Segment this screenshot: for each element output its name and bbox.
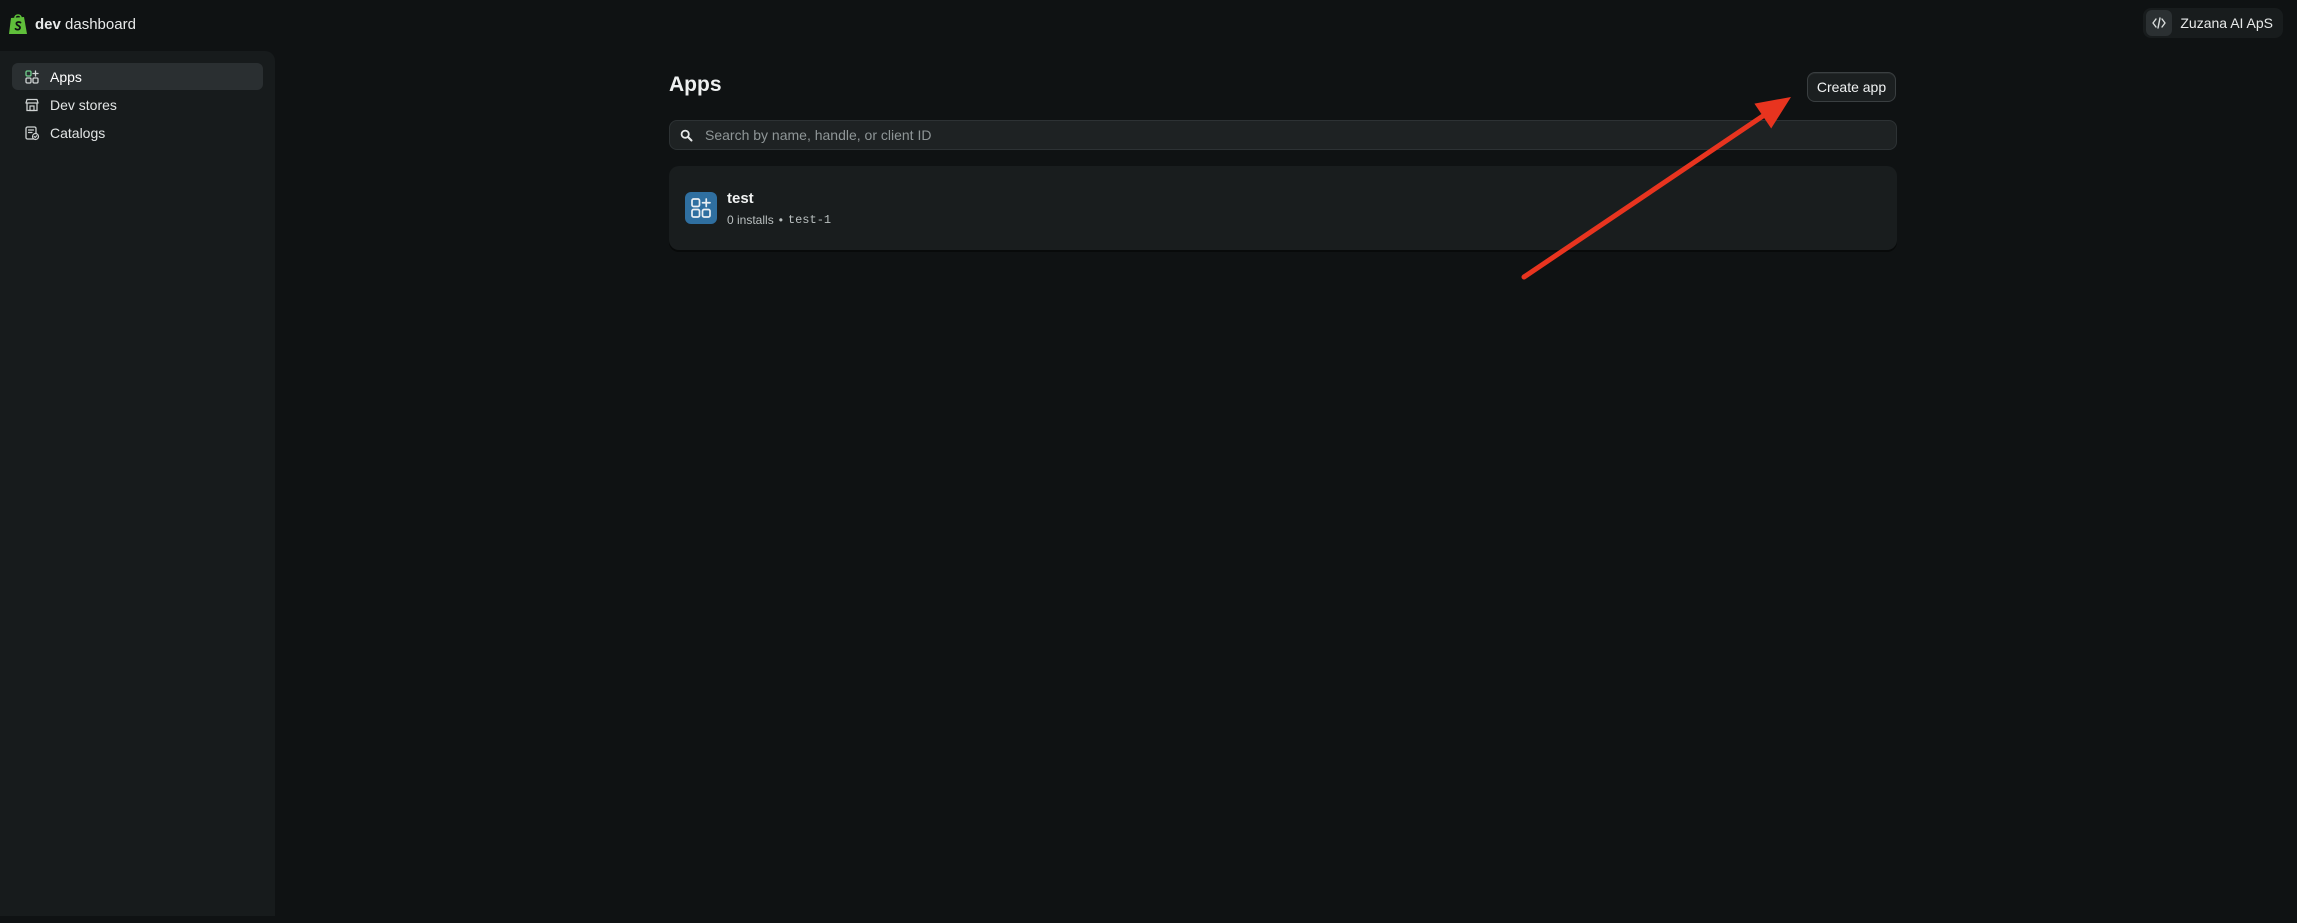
brand[interactable]: dev dashboard: [7, 12, 136, 36]
app-meta: 0 installs • test-1: [727, 213, 831, 227]
store-icon: [25, 98, 39, 111]
catalog-icon: [25, 125, 40, 140]
brand-title-rest: dashboard: [60, 15, 136, 33]
meta-separator: •: [778, 212, 783, 227]
brand-title: dev dashboard: [35, 16, 136, 33]
search-icon: [680, 129, 693, 141]
sidebar-item-label: Catalogs: [50, 124, 106, 141]
app-info: test 0 installs • test-1: [727, 190, 831, 227]
app-handle: test-1: [787, 212, 832, 227]
top-bar: dev dashboard Zuzana AI ApS: [0, 0, 2297, 46]
organization-name: Zuzana AI ApS: [2180, 15, 2273, 31]
sidebar-item-catalogs[interactable]: Catalogs: [12, 119, 263, 146]
app-grid-icon: [685, 192, 717, 224]
app-installs: 0 installs: [727, 212, 774, 227]
sidebar-item-label: Dev stores: [50, 96, 117, 113]
apps-icon: [25, 69, 39, 84]
app-list-item[interactable]: test 0 installs • test-1: [669, 166, 1897, 250]
search-input[interactable]: [703, 122, 1886, 148]
app-name: test: [727, 189, 754, 207]
create-app-button[interactable]: Create app: [1807, 72, 1896, 102]
sidebar-item-dev-stores[interactable]: Dev stores: [12, 91, 263, 118]
code-icon: [2146, 10, 2173, 36]
sidebar-item-apps[interactable]: Apps: [12, 63, 263, 90]
shopify-logo-icon: [9, 14, 27, 34]
organization-switcher-button[interactable]: Zuzana AI ApS: [2143, 8, 2283, 38]
search-bar[interactable]: [669, 120, 1897, 150]
brand-title-bold: dev: [35, 15, 61, 33]
sidebar-item-label: Apps: [50, 68, 82, 85]
page-title: Apps: [669, 73, 722, 96]
sidebar: Apps Dev stores Catalogs: [0, 51, 275, 916]
